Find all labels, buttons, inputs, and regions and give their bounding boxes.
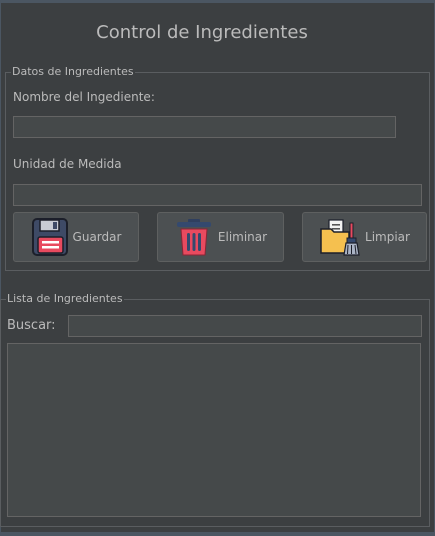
nombre-label: Nombre del Ingediente: [13,90,155,104]
lista-ingredientes-legend: Lista de Ingredientes [6,292,124,306]
unidad-label: Unidad de Medida [13,157,122,171]
page-title: Control de Ingredientes [96,22,308,43]
ingredientes-list[interactable] [7,343,421,517]
buscar-label: Buscar: [7,318,56,333]
limpiar-label: Limpiar [365,230,410,244]
buscar-input[interactable] [68,315,422,337]
folder-broom-icon [319,217,361,257]
trash-can-icon [174,217,214,257]
unidad-input[interactable] [13,184,422,206]
nombre-input[interactable] [13,116,396,138]
eliminar-label: Eliminar [217,230,268,244]
eliminar-button[interactable]: Eliminar [157,212,284,262]
guardar-button[interactable]: Guardar [13,212,139,262]
guardar-label: Guardar [72,230,122,244]
window-bottom-border [0,532,435,536]
window-top-border [0,0,435,3]
limpiar-button[interactable]: Limpiar [302,212,427,262]
datos-ingredientes-legend: Datos de Ingredientes [11,65,135,79]
floppy-disk-icon [31,217,69,257]
